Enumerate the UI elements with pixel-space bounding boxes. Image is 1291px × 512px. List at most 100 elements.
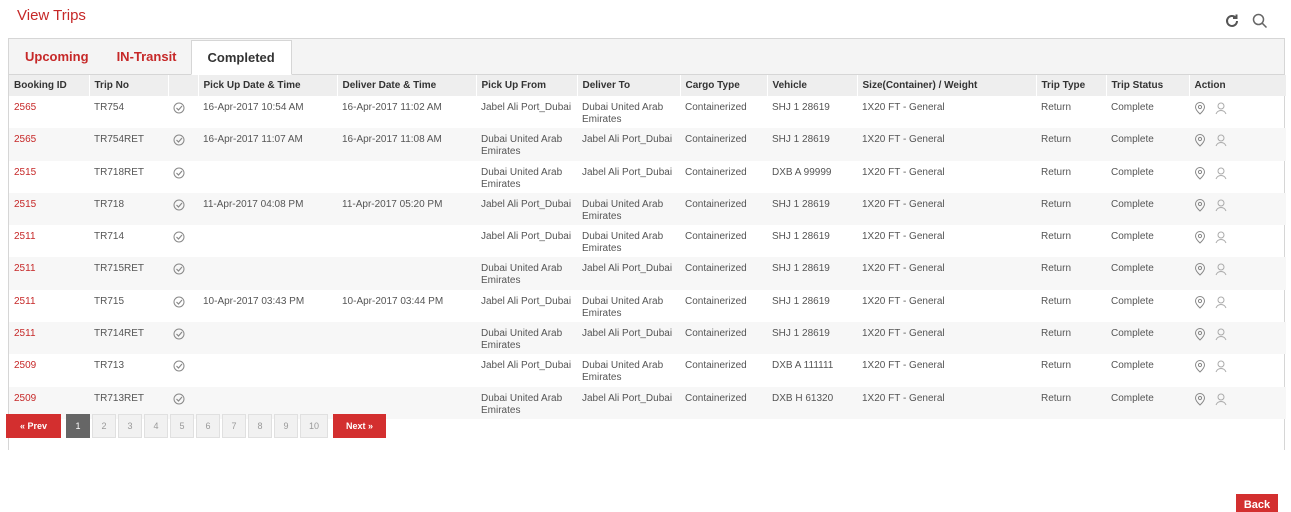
action-cell xyxy=(1189,257,1286,289)
page-numbers: 1 2 3 4 5 6 7 8 9 10 xyxy=(66,414,329,438)
next-page-button[interactable]: Next » xyxy=(333,414,387,438)
action-cell xyxy=(1189,128,1286,160)
page-number-9[interactable]: 9 xyxy=(274,414,298,438)
cell-pickup-dt xyxy=(198,257,337,289)
cell-pickup-dt xyxy=(198,322,337,354)
prev-page-button[interactable]: « Prev xyxy=(6,414,61,438)
refresh-icon[interactable] xyxy=(1223,12,1241,30)
cell-size: 1X20 FT - General xyxy=(862,360,945,372)
map-pin-icon[interactable] xyxy=(1194,166,1206,180)
page-number-4[interactable]: 4 xyxy=(144,414,168,438)
column-header: Deliver Date & Time xyxy=(337,75,477,96)
column-header: Trip No xyxy=(89,75,169,96)
column-header: Cargo Type xyxy=(680,75,768,96)
map-pin-icon[interactable] xyxy=(1194,134,1206,147)
user-location-icon[interactable] xyxy=(1214,296,1228,309)
verified-cell xyxy=(168,322,198,354)
tab-in-transit[interactable]: IN-Transit xyxy=(103,39,191,74)
page-number-1[interactable]: 1 xyxy=(66,414,90,438)
cell-pickup-dt: 16-Apr-2017 11:07 AM xyxy=(203,134,303,146)
map-pin-icon[interactable] xyxy=(1194,263,1206,277)
table-row[interactable]: 2565 TR754 16-Apr-2017 10:54 AM 16-Apr-2017… xyxy=(9,96,1286,128)
page-number-10[interactable]: 10 xyxy=(300,414,329,438)
cell-booking-id[interactable]: 2565 xyxy=(9,128,89,160)
verified-cell xyxy=(168,290,198,322)
map-pin-icon[interactable] xyxy=(1194,231,1206,244)
page-number-5[interactable]: 5 xyxy=(170,414,194,438)
page-title: View Trips xyxy=(17,7,86,24)
cell-cargo: Containerized xyxy=(685,166,747,178)
cell-booking-id[interactable]: 2511 xyxy=(9,322,89,354)
cell-booking-id[interactable]: 2511 xyxy=(9,290,89,322)
cell-pickup-dt xyxy=(198,161,337,193)
table-row[interactable]: 2565 TR754RET 16-Apr-2017 11:07 AM 16-Apr-2… xyxy=(9,128,1286,161)
user-location-icon[interactable] xyxy=(1214,167,1228,180)
cell-booking-id[interactable]: 2509 xyxy=(9,354,89,386)
user-location-icon[interactable] xyxy=(1214,328,1228,341)
user-location-icon[interactable] xyxy=(1214,231,1228,244)
search-icon[interactable] xyxy=(1251,12,1269,30)
map-pin-icon[interactable] xyxy=(1194,360,1206,374)
check-circle-icon xyxy=(173,231,185,243)
cell-trip-no: TR714 xyxy=(94,231,125,243)
cell-trip-no: TR718RET xyxy=(94,166,145,178)
cell-trip-type: Return xyxy=(1041,134,1072,146)
verified-cell xyxy=(168,128,198,160)
back-button[interactable]: Back xyxy=(1236,494,1278,512)
cell-trip-type: Return xyxy=(1041,102,1072,113)
map-pin-icon[interactable] xyxy=(1194,328,1206,341)
cell-pickup-dt xyxy=(198,354,337,386)
page-number-6[interactable]: 6 xyxy=(196,414,220,438)
table-row[interactable]: 2511 TR714 Jabel Ali Port_Dubai Dubai Unite… xyxy=(9,225,1286,257)
column-header: Action xyxy=(1189,75,1287,96)
user-location-icon[interactable] xyxy=(1214,102,1228,115)
cell-deliver-dt xyxy=(337,257,476,289)
user-location-icon[interactable] xyxy=(1214,393,1228,406)
cell-cargo: Containerized xyxy=(685,295,747,307)
table-row[interactable]: 2511 TR714RET Dubai United Arab Emirates Ja… xyxy=(9,322,1286,355)
cell-pickup-from: Dubai United Arab Emirates xyxy=(481,166,563,190)
map-pin-icon[interactable] xyxy=(1194,392,1206,406)
page-number-7[interactable]: 7 xyxy=(222,414,246,438)
cell-vehicle: DXB H 61320 xyxy=(772,392,834,404)
cell-deliver-dt: 10-Apr-2017 03:44 PM xyxy=(342,295,444,307)
cell-trip-type: Return xyxy=(1041,231,1072,243)
table-row[interactable]: 2511 TR715RET Dubai United Arab Emirates Ja… xyxy=(9,257,1286,290)
cell-deliver-to: Dubai United Arab Emirates xyxy=(582,198,664,222)
page-number-8[interactable]: 8 xyxy=(248,414,272,438)
pagination: « Prev 1 2 3 4 5 6 7 8 9 10 Next » xyxy=(6,414,387,438)
cell-booking-id[interactable]: 2515 xyxy=(9,193,89,225)
map-pin-icon[interactable] xyxy=(1194,295,1206,309)
cell-deliver-to: Dubai United Arab Emirates xyxy=(582,231,664,255)
user-location-icon[interactable] xyxy=(1214,360,1228,373)
table-row[interactable]: 2509 TR713 Jabel Ali Port_Dubai Dubai Unite… xyxy=(9,354,1286,386)
table-row[interactable]: 2515 TR718RET Dubai United Arab Emirates Ja… xyxy=(9,161,1286,193)
user-location-icon[interactable] xyxy=(1214,263,1228,276)
cell-status: Complete xyxy=(1111,231,1154,243)
map-pin-icon[interactable] xyxy=(1194,102,1206,115)
cell-status: Complete xyxy=(1111,295,1154,307)
cell-vehicle: DXB A 111111 xyxy=(772,360,834,372)
page-number-2[interactable]: 2 xyxy=(92,414,116,438)
cell-cargo: Containerized xyxy=(685,360,747,372)
cell-booking-id[interactable]: 2511 xyxy=(9,225,89,257)
page-number-3[interactable]: 3 xyxy=(118,414,142,438)
map-pin-icon[interactable] xyxy=(1194,198,1206,212)
table-row[interactable]: 2515 TR718 11-Apr-2017 04:08 PM 11-Apr-2017… xyxy=(9,192,1286,226)
cell-trip-type: Return xyxy=(1041,166,1072,178)
user-location-icon[interactable] xyxy=(1214,134,1228,147)
tab-completed[interactable]: Completed xyxy=(190,40,292,75)
column-header: Booking ID xyxy=(9,75,90,96)
check-circle-icon xyxy=(173,199,185,211)
cell-booking-id[interactable]: 2565 xyxy=(9,96,89,128)
check-circle-icon xyxy=(173,167,185,179)
cell-booking-id[interactable]: 2511 xyxy=(9,257,89,289)
cell-deliver-to: Dubai United Arab Emirates xyxy=(582,295,664,319)
user-location-icon[interactable] xyxy=(1214,199,1228,212)
cell-booking-id[interactable]: 2515 xyxy=(9,161,89,193)
table-row[interactable]: 2511 TR715 10-Apr-2017 03:43 PM 10-Apr-2017… xyxy=(9,290,1286,322)
cell-trip-type: Return xyxy=(1041,263,1072,275)
tab-upcoming[interactable]: Upcoming xyxy=(11,39,103,74)
table-container: Booking ID Trip No Pick Up Date & Time Deli… xyxy=(9,75,1287,450)
action-cell xyxy=(1189,387,1286,419)
